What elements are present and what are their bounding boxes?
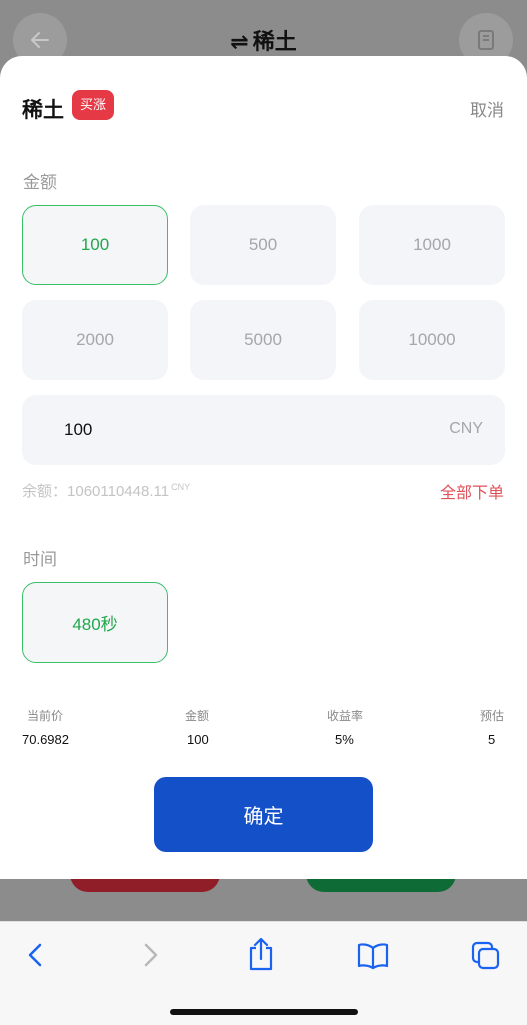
sheet-title: 稀土: [22, 99, 64, 122]
summary-estimate: 预估 5: [480, 709, 505, 747]
browser-toolbar: [0, 921, 527, 1025]
amount-option[interactable]: 500: [190, 205, 336, 285]
time-option[interactable]: 480秒: [22, 582, 168, 663]
share-icon[interactable]: [246, 936, 276, 972]
amount-option[interactable]: 5000: [190, 300, 336, 380]
amount-option[interactable]: 2000: [22, 300, 168, 380]
time-label: 时间: [23, 550, 57, 569]
amount-option[interactable]: 1000: [359, 205, 505, 285]
page-title: ⇌ 稀土: [230, 29, 297, 54]
amount-option[interactable]: 10000: [359, 300, 505, 380]
summary-current-price: 当前价 70.6982: [22, 709, 69, 747]
swap-icon: ⇌: [230, 29, 249, 54]
chevron-right-icon[interactable]: [136, 940, 164, 970]
cancel-button[interactable]: 取消: [470, 96, 504, 121]
home-indicator: [170, 1009, 358, 1015]
background-header: ⇌ 稀土: [0, 0, 527, 67]
chevron-left-icon[interactable]: [22, 940, 50, 970]
confirm-button[interactable]: 确定: [154, 777, 373, 852]
direction-badge: 买涨: [72, 90, 115, 120]
summary-yield: 收益率 5%: [327, 709, 364, 747]
balance-label: 余额：: [22, 483, 68, 500]
document-icon: [478, 30, 494, 50]
summary-amount: 金额 100: [185, 709, 210, 747]
balance-unit: CNY: [171, 482, 191, 492]
amount-option[interactable]: 100: [22, 205, 168, 285]
tabs-icon[interactable]: [470, 940, 502, 972]
amount-input-value: 100: [64, 420, 93, 439]
order-sheet: 稀土 买涨 取消 金额 100 500 1000 2000 5000 10000…: [0, 56, 527, 879]
book-icon[interactable]: [356, 942, 390, 970]
all-in-button[interactable]: 全部下单: [440, 479, 504, 503]
amount-input[interactable]: 100 CNY: [22, 395, 505, 465]
balance: 余额：1060110448.11 CNY: [22, 480, 190, 501]
balance-value: 1060110448.11: [67, 483, 170, 500]
amount-unit: CNY: [449, 420, 483, 437]
amount-label: 金额: [23, 173, 57, 192]
